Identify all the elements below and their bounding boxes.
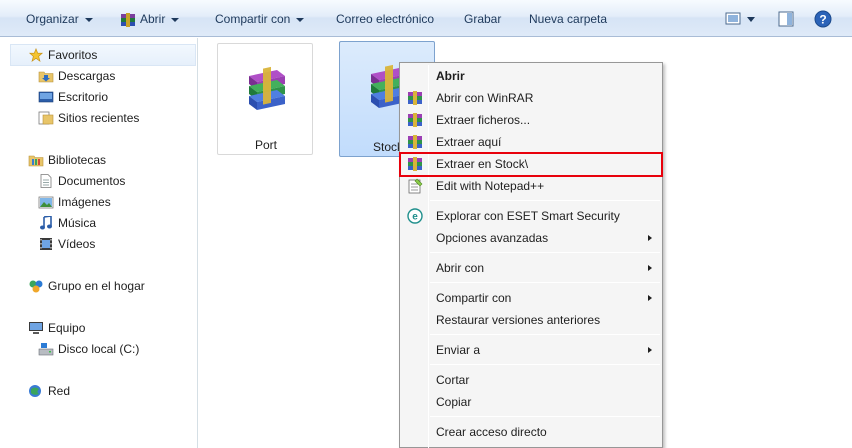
menu-share-with-label: Compartir con	[436, 291, 512, 305]
menu-open[interactable]: Abrir	[402, 65, 660, 87]
libraries-icon	[28, 155, 44, 167]
preview-pane-button[interactable]	[778, 11, 794, 30]
nav-network-label: Red	[48, 384, 71, 398]
view-icon	[725, 12, 755, 25]
menu-separator	[430, 282, 660, 283]
organize-button[interactable]: Organizar	[26, 10, 93, 28]
menu-send-to-label: Enviar a	[436, 343, 481, 357]
menu-eset-scan-label: Explorar con ESET Smart Security	[436, 209, 620, 223]
music-icon	[40, 216, 52, 230]
new-folder-button[interactable]: Nueva carpeta	[529, 10, 607, 28]
nav-documents-label: Documentos	[58, 174, 126, 188]
menu-separator	[430, 252, 660, 253]
svg-text:e: e	[412, 212, 418, 223]
documents-icon	[40, 174, 52, 188]
videos-icon	[40, 238, 52, 250]
chevron-down-icon	[84, 17, 93, 22]
winrar-extract-icon	[408, 113, 422, 127]
share-with-button[interactable]: Compartir con	[215, 10, 305, 28]
nav-music-label: Música	[58, 216, 97, 230]
chevron-down-icon	[296, 17, 305, 22]
nav-images-label: Imágenes	[58, 195, 111, 209]
email-button[interactable]: Correo electrónico	[336, 10, 434, 28]
homegroup-icon	[29, 280, 43, 293]
command-bar: Organizar Abrir Compartir con Correo ele…	[0, 0, 852, 37]
nav-libraries-label: Bibliotecas	[48, 153, 107, 167]
open-label: Abrir	[140, 12, 166, 26]
menu-open-with-label: Abrir con	[436, 261, 485, 275]
nav-homegroup-label: Grupo en el hogar	[48, 279, 145, 293]
network-icon	[29, 385, 41, 397]
menu-send-to[interactable]: Enviar a	[402, 339, 660, 361]
menu-share-with[interactable]: Compartir con	[402, 287, 660, 309]
winrar-extract-icon	[408, 135, 422, 149]
computer-icon	[29, 322, 43, 334]
menu-edit-notepad-label: Edit with Notepad++	[436, 179, 545, 193]
file-item-port[interactable]: Port	[217, 43, 313, 155]
menu-separator	[430, 416, 660, 417]
menu-edit-notepad[interactable]: Edit with Notepad++	[402, 175, 660, 197]
help-button[interactable]: ?	[814, 10, 832, 31]
view-options-button[interactable]	[725, 12, 757, 29]
organize-label: Organizar	[26, 12, 79, 26]
menu-open-winrar-label: Abrir con WinRAR	[436, 91, 534, 105]
svg-text:?: ?	[819, 13, 826, 27]
share-with-label: Compartir con	[215, 12, 291, 26]
submenu-arrow-icon	[648, 235, 652, 241]
recent-places-icon	[38, 111, 54, 125]
menu-extract-here[interactable]: Extraer aquí	[402, 131, 660, 153]
star-icon	[28, 48, 44, 62]
chevron-down-icon	[171, 17, 180, 22]
submenu-arrow-icon	[648, 347, 652, 353]
menu-create-shortcut[interactable]: Crear acceso directo	[402, 421, 660, 443]
menu-cut[interactable]: Cortar	[402, 369, 660, 391]
help-icon: ?	[814, 10, 832, 28]
desktop-icon	[38, 91, 54, 103]
winrar-icon	[408, 91, 422, 105]
eset-icon: e	[407, 208, 423, 224]
menu-separator	[430, 334, 660, 335]
highlight-box	[399, 152, 663, 177]
winrar-archive-icon	[249, 66, 285, 110]
menu-cut-label: Cortar	[436, 373, 470, 387]
preview-pane-icon	[778, 11, 794, 27]
navigation-pane: Favoritos Descargas Escritorio Sitios re…	[0, 38, 198, 448]
menu-extract-here-label: Extraer aquí	[436, 135, 502, 149]
submenu-arrow-icon	[648, 265, 652, 271]
menu-open-with[interactable]: Abrir con	[402, 257, 660, 279]
menu-restore-versions[interactable]: Restaurar versiones anteriores	[402, 309, 660, 331]
nav-computer-label: Equipo	[48, 321, 86, 335]
file-name-port: Port	[254, 138, 277, 152]
nav-videos-label: Vídeos	[58, 237, 96, 251]
notepad-plus-plus-icon	[408, 178, 423, 194]
menu-separator	[430, 364, 660, 365]
menu-open-label: Abrir	[436, 69, 465, 83]
context-menu: Abrir Abrir con WinRAR Extraer ficheros.…	[399, 62, 663, 448]
menu-create-shortcut-label: Crear acceso directo	[436, 425, 547, 439]
menu-restore-versions-label: Restaurar versiones anteriores	[436, 313, 601, 327]
winrar-icon	[121, 12, 135, 27]
menu-copy[interactable]: Copiar	[402, 391, 660, 413]
menu-extract-files-label: Extraer ficheros...	[436, 113, 531, 127]
nav-desktop-label: Escritorio	[58, 90, 109, 104]
open-button[interactable]: Abrir	[120, 10, 180, 28]
nav-favorites-label: Favoritos	[48, 48, 98, 62]
nav-recent-label: Sitios recientes	[58, 111, 140, 125]
images-icon	[38, 196, 54, 209]
menu-copy-label: Copiar	[436, 395, 472, 409]
nav-local-disk-label: Disco local (C:)	[58, 342, 140, 356]
downloads-folder-icon	[38, 71, 54, 83]
menu-open-winrar[interactable]: Abrir con WinRAR	[402, 87, 660, 109]
local-disk-icon	[38, 343, 54, 356]
submenu-arrow-icon	[648, 295, 652, 301]
menu-advanced-options[interactable]: Opciones avanzadas	[402, 227, 660, 249]
nav-downloads-label: Descargas	[58, 69, 116, 83]
burn-button[interactable]: Grabar	[464, 10, 501, 28]
menu-separator	[430, 200, 660, 201]
menu-advanced-options-label: Opciones avanzadas	[436, 231, 549, 245]
menu-extract-files[interactable]: Extraer ficheros...	[402, 109, 660, 131]
menu-eset-scan[interactable]: e Explorar con ESET Smart Security	[402, 205, 660, 227]
